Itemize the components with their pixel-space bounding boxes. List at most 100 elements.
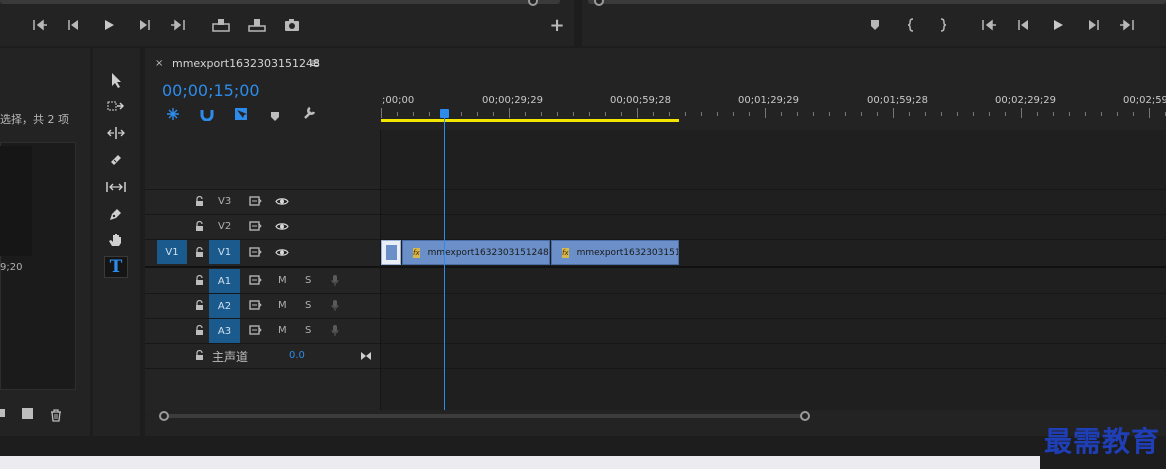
step-back-icon[interactable]: [64, 15, 84, 35]
source-monitor-scrollbar[interactable]: [0, 0, 560, 4]
microphone-icon[interactable]: [330, 273, 340, 287]
watermark-logo: 最需教育: [1043, 425, 1160, 458]
mark-out-icon[interactable]: [168, 15, 188, 35]
sync-lock-icon[interactable]: [248, 247, 262, 257]
program-step-forward-icon[interactable]: [1083, 15, 1103, 35]
close-tab-icon[interactable]: ×: [155, 58, 163, 69]
project-clip-thumbnail[interactable]: [0, 146, 32, 256]
track-target-a3[interactable]: A3: [209, 319, 240, 343]
ruler-tick: [381, 108, 382, 118]
sequence-tab-title[interactable]: mmexport1632303151248: [172, 57, 320, 70]
go-to-out-icon[interactable]: [1117, 15, 1137, 35]
work-area-bar[interactable]: [381, 119, 679, 122]
slip-tool-icon[interactable]: [104, 176, 128, 198]
mark-in-icon[interactable]: [30, 15, 50, 35]
track-target-a1[interactable]: A1: [209, 269, 240, 293]
eye-icon[interactable]: [274, 247, 290, 257]
track-select-tool-icon[interactable]: [104, 95, 128, 117]
mark-out-brace-icon[interactable]: [933, 15, 953, 35]
new-bin-icon[interactable]: [22, 408, 33, 419]
ripple-edit-tool-icon[interactable]: [104, 122, 128, 144]
program-step-back-icon[interactable]: [1014, 15, 1034, 35]
mark-in-brace-icon[interactable]: [901, 15, 921, 35]
playhead-handle[interactable]: [440, 109, 449, 118]
playhead-timecode[interactable]: 00;00;15;00: [162, 81, 260, 100]
solo-button[interactable]: S: [305, 325, 311, 336]
video-clip[interactable]: fx mmexport1632303151248.m: [402, 240, 550, 265]
sync-lock-icon[interactable]: [248, 275, 262, 285]
lock-icon[interactable]: [194, 246, 204, 258]
linked-selection-icon[interactable]: [234, 106, 248, 125]
sync-lock-icon[interactable]: [248, 300, 262, 310]
lock-icon[interactable]: [194, 195, 204, 207]
sync-lock-icon[interactable]: [248, 221, 262, 231]
step-forward-icon[interactable]: [134, 15, 154, 35]
track-target-a2[interactable]: A2: [209, 294, 240, 318]
solo-button[interactable]: S: [305, 300, 311, 311]
program-scroll-knob[interactable]: [594, 0, 604, 6]
video-clip[interactable]: fx mmexport1632303151: [551, 240, 679, 265]
pen-tool-icon[interactable]: [104, 203, 128, 225]
track-divider: [145, 214, 1166, 215]
playhead-line[interactable]: [444, 112, 445, 410]
ruler-tick: [477, 112, 478, 116]
lock-icon[interactable]: [194, 349, 204, 361]
go-to-in-icon[interactable]: [979, 15, 999, 35]
marker-icon[interactable]: [865, 15, 885, 35]
list-view-icon[interactable]: [0, 409, 5, 417]
program-monitor-scrollbar[interactable]: [588, 0, 1166, 4]
timeline-zoom-scrollbar[interactable]: [159, 411, 810, 421]
wrench-icon[interactable]: [302, 105, 316, 124]
source-monitor-panel: +: [0, 0, 574, 46]
razor-tool-icon[interactable]: [104, 149, 128, 171]
sync-lock-icon[interactable]: [248, 196, 262, 206]
selection-tool-icon[interactable]: [104, 69, 128, 91]
ruler-tick: [557, 112, 558, 116]
source-scroll-knob[interactable]: [528, 0, 538, 6]
eye-icon[interactable]: [274, 221, 290, 231]
ruler-tick: [733, 112, 734, 116]
ruler-tick: [1021, 108, 1022, 118]
header-divider: [380, 130, 381, 410]
overwrite-icon[interactable]: [247, 15, 267, 35]
ruler-tick: [1133, 112, 1134, 116]
microphone-icon[interactable]: [330, 323, 340, 337]
ruler-tick: [573, 112, 574, 116]
play-icon[interactable]: [99, 15, 119, 35]
sync-lock-icon[interactable]: [248, 325, 262, 335]
ruler-tick: [669, 112, 670, 116]
mute-button[interactable]: M: [278, 325, 287, 336]
zoom-handle-right[interactable]: [800, 411, 810, 421]
lock-icon[interactable]: [194, 274, 204, 286]
source-patch-v1[interactable]: V1: [157, 240, 187, 264]
type-tool-icon[interactable]: T: [104, 256, 128, 278]
solo-button[interactable]: S: [305, 275, 311, 286]
lock-icon[interactable]: [194, 324, 204, 336]
ruler-tick: [525, 112, 526, 116]
snap-icon[interactable]: [200, 106, 214, 125]
master-volume-value[interactable]: 0.0: [289, 350, 305, 361]
insert-icon[interactable]: [211, 15, 231, 35]
ruler-label: 00;00;59;28: [610, 95, 672, 106]
add-marker-icon[interactable]: [270, 107, 280, 126]
eye-icon[interactable]: [274, 196, 290, 206]
clip-thumbnail[interactable]: [381, 240, 401, 265]
ruler-tick: [1005, 112, 1006, 116]
lock-icon[interactable]: [194, 220, 204, 232]
program-play-icon[interactable]: [1048, 15, 1068, 35]
trash-icon[interactable]: [50, 407, 62, 426]
add-button-icon[interactable]: +: [547, 15, 567, 36]
nest-icon[interactable]: [166, 106, 180, 125]
zoom-handle-left[interactable]: [159, 411, 169, 421]
ruler-tick: [509, 108, 510, 118]
go-to-next-icon[interactable]: [360, 346, 372, 365]
track-target-v1[interactable]: V1: [209, 240, 240, 264]
tab-menu-icon[interactable]: ≡: [310, 56, 320, 70]
mute-button[interactable]: M: [278, 275, 287, 286]
hand-tool-icon[interactable]: [104, 229, 128, 251]
mute-button[interactable]: M: [278, 300, 287, 311]
microphone-icon[interactable]: [330, 298, 340, 312]
lock-icon[interactable]: [194, 299, 204, 311]
camera-icon[interactable]: [282, 15, 302, 35]
ruler-tick: [413, 112, 414, 116]
